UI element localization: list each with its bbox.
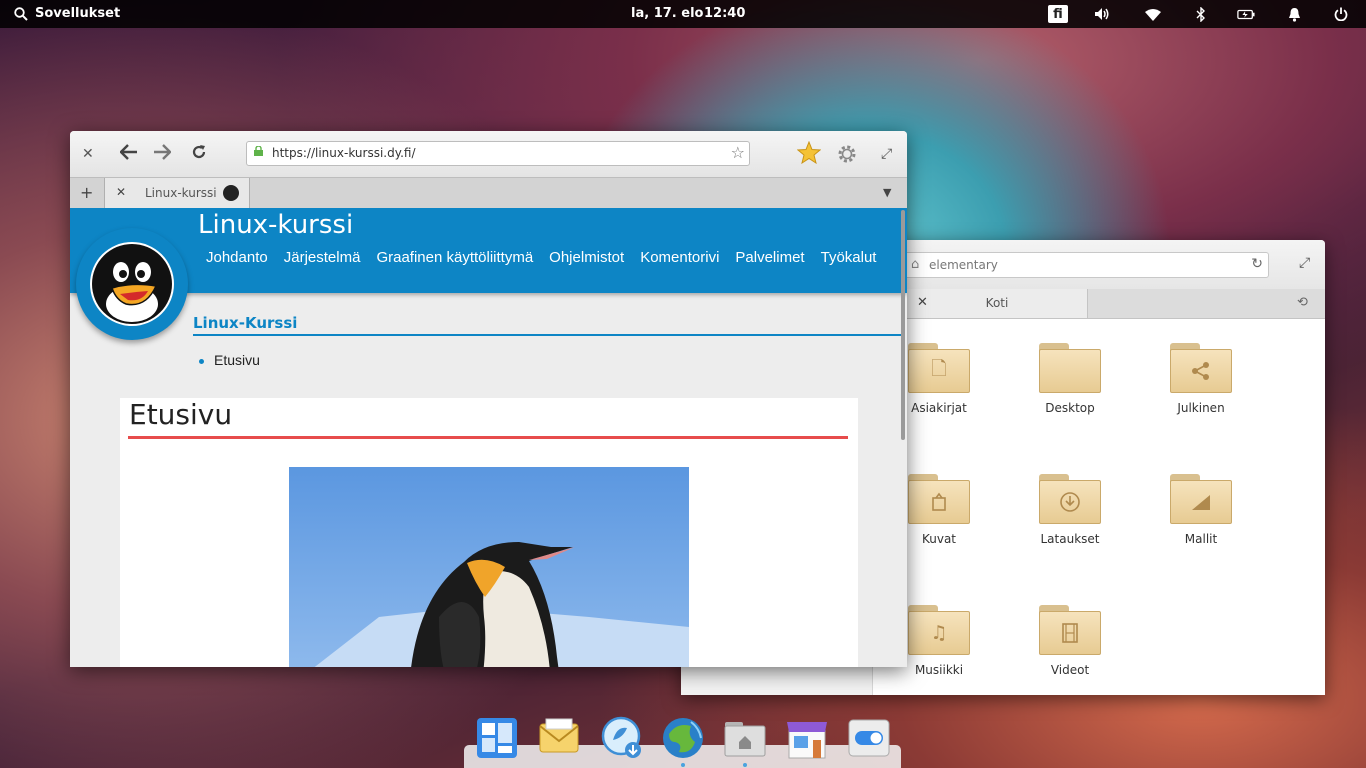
mail-icon[interactable] <box>537 716 581 760</box>
gear-icon[interactable] <box>835 142 859 171</box>
title-underline <box>128 436 848 439</box>
folder-item[interactable]: Desktop <box>1020 343 1120 415</box>
keyboard-layout-indicator[interactable]: fi <box>1048 5 1068 23</box>
reload-icon[interactable]: ↻ <box>1251 256 1263 272</box>
folder-label: Mallit <box>1184 532 1218 546</box>
history-icon[interactable]: ⟲ <box>1297 295 1308 310</box>
folder-music-icon: ♫ <box>908 605 970 655</box>
browser-toolbar: ✕ https://linux-kurssi.dy.fi/ ☆ ⤢ <box>70 131 907 177</box>
power-icon[interactable] <box>1332 5 1350 23</box>
new-tab-icon[interactable]: + <box>80 183 93 202</box>
browser-tab-title: Linux-kurssi <box>145 186 217 200</box>
nav-link[interactable]: Ohjelmistot <box>549 246 624 270</box>
site-title[interactable]: Linux-kurssi <box>198 210 353 240</box>
maximize-icon[interactable]: ⤢ <box>881 146 892 162</box>
top-panel: Sovellukset la, 17. elo 12:40 fi <box>0 0 1366 28</box>
folder-download-icon <box>1039 474 1101 524</box>
folder-share-icon <box>1170 343 1232 393</box>
folder-templates-icon <box>1170 474 1232 524</box>
home-icon[interactable]: ⌂ <box>911 257 919 272</box>
address-bar[interactable]: https://linux-kurssi.dy.fi/ ☆ <box>246 141 750 166</box>
breadcrumb-list-item[interactable]: Etusivu <box>199 352 260 368</box>
lock-icon <box>254 146 263 156</box>
url-text[interactable]: https://linux-kurssi.dy.fi/ <box>272 146 416 160</box>
folder-label: Lataukset <box>1040 532 1100 546</box>
folder-icon <box>1039 343 1101 393</box>
nav-link[interactable]: Palvelimet <box>735 246 804 270</box>
browser-tab[interactable]: ✕ Linux-kurssi <box>104 178 250 208</box>
folder-video-icon <box>1039 605 1101 655</box>
volume-icon[interactable] <box>1093 5 1111 23</box>
maximize-icon[interactable]: ⤢ <box>1299 255 1310 271</box>
site-header: Linux-kurssi Johdanto Järjestelmä Graafine… <box>70 208 907 293</box>
section-divider <box>193 334 903 336</box>
page-scrollbar[interactable] <box>901 210 905 440</box>
browser-tabbar: + ✕ Linux-kurssi ▼ <box>70 177 907 209</box>
nav-link[interactable]: Graafinen käyttöliittymä <box>376 246 533 270</box>
tux-logo-icon <box>90 242 174 326</box>
folder-label: Julkinen <box>1177 401 1225 415</box>
article: Etusivu <box>120 398 858 667</box>
files-icon[interactable] <box>723 716 767 760</box>
appcenter-download-icon[interactable] <box>599 716 643 760</box>
bookmarks-star-icon[interactable] <box>796 140 822 169</box>
bullet-icon <box>199 358 204 364</box>
close-tab-icon[interactable]: ✕ <box>116 185 126 199</box>
web-content: Linux-kurssi Johdanto Järjestelmä Graafine… <box>70 208 907 667</box>
close-window-icon[interactable]: ✕ <box>82 146 94 162</box>
site-nav: Johdanto Järjestelmä Graafinen käyttöliitt… <box>206 246 896 270</box>
folder-label: Videot <box>1050 663 1090 677</box>
site-logo[interactable] <box>76 228 188 340</box>
path-bar[interactable]: ⌂ elementary ↻ <box>904 252 1269 278</box>
bluetooth-icon[interactable] <box>1192 5 1210 23</box>
applications-label: Sovellukset <box>35 6 121 21</box>
folder-pictures-icon <box>908 474 970 524</box>
browser-window: ✕ https://linux-kurssi.dy.fi/ ☆ ⤢ + ✕ Li… <box>70 131 907 667</box>
folder-item[interactable]: Videot <box>1020 605 1120 677</box>
folder-item[interactable]: Julkinen <box>1151 343 1251 415</box>
tab-menu-chevron-down-icon[interactable]: ▼ <box>883 186 891 199</box>
applications-menu[interactable]: Sovellukset <box>14 6 120 21</box>
nav-link[interactable]: Johdanto <box>206 246 268 270</box>
running-indicator <box>743 763 747 767</box>
battery-icon[interactable] <box>1237 5 1255 23</box>
search-icon <box>14 6 28 21</box>
bookmark-star-icon[interactable]: ☆ <box>731 143 745 162</box>
system-settings-icon[interactable] <box>847 716 891 760</box>
reload-icon[interactable] <box>191 144 207 165</box>
panel-date[interactable]: la, 17. elo <box>631 6 703 21</box>
penguin-image <box>289 467 689 667</box>
files-tab[interactable]: ✕ Koti <box>907 289 1088 318</box>
wifi-icon[interactable] <box>1144 5 1162 23</box>
folder-item[interactable]: Mallit <box>1151 474 1251 546</box>
nav-link[interactable]: Komentorivi <box>640 246 719 270</box>
folder-label: Desktop <box>1045 401 1095 415</box>
forward-icon[interactable] <box>153 144 172 165</box>
appcenter-store-icon[interactable] <box>785 716 829 760</box>
panel-time[interactable]: 12:40 <box>704 6 745 21</box>
breadcrumb-link[interactable]: Etusivu <box>214 352 260 368</box>
folder-item[interactable]: Lataukset <box>1020 474 1120 546</box>
multitasking-view-icon[interactable] <box>475 716 519 760</box>
nav-link[interactable]: Järjestelmä <box>284 246 361 270</box>
nav-link[interactable]: Työkalut <box>821 246 877 270</box>
path-crumb[interactable]: elementary <box>929 258 998 272</box>
folder-documents-icon: 🗋 <box>908 343 970 393</box>
favicon-tux-icon <box>223 185 239 201</box>
back-icon[interactable] <box>119 144 138 165</box>
running-indicator <box>681 763 685 767</box>
web-browser-icon[interactable] <box>661 716 705 760</box>
article-title: Etusivu <box>129 398 233 431</box>
notifications-icon[interactable] <box>1285 5 1303 23</box>
section-title[interactable]: Linux-Kurssi <box>193 314 297 332</box>
files-tab-label: Koti <box>985 296 1009 310</box>
